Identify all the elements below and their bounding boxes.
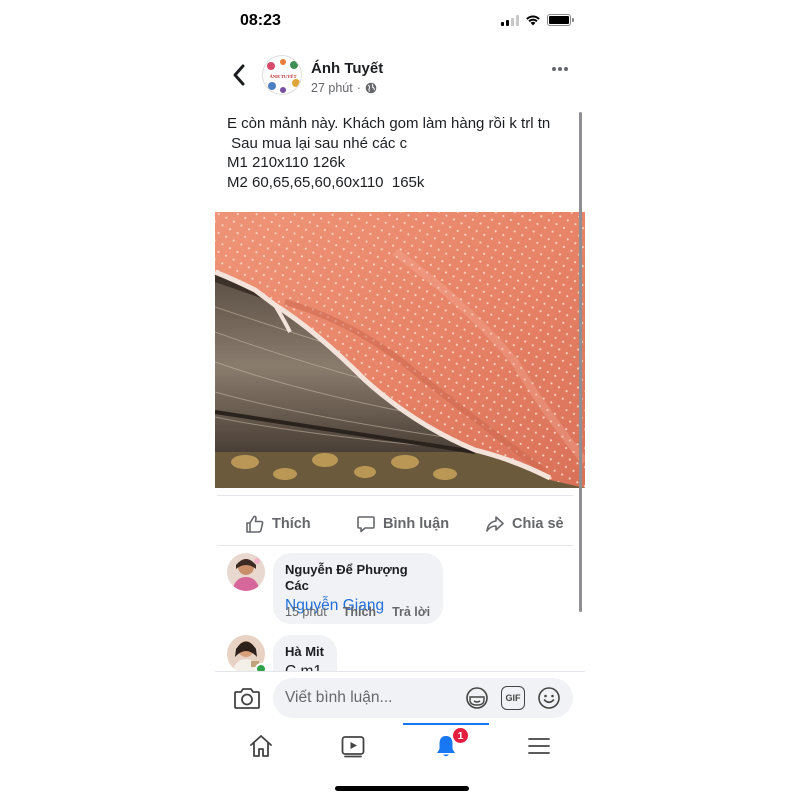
nav-video[interactable] [307,723,399,768]
share-arrow-icon [486,516,504,532]
page-logo-icon: ÁNH TUYẾT [264,57,301,94]
nav-menu[interactable] [493,723,585,768]
comment-bubble-icon [357,516,375,533]
gif-label: GIF [505,693,521,703]
post-text: E còn mảnh này. Khách gom làm hàng rồi k… [227,114,577,192]
commenter-avatar[interactable] [227,553,265,591]
like-button[interactable]: Thích [245,514,311,534]
comment-label: Bình luận [383,516,450,532]
meta-separator: · [356,81,361,95]
share-label: Chia sẻ [512,516,564,532]
sticker-icon[interactable] [465,686,489,710]
thumbs-up-icon [246,515,264,533]
post-text-line: Sau mua lại sau nhé các c [227,134,408,152]
status-time: 08:23 [240,12,281,29]
like-label: Thích [272,516,311,532]
globe-icon [365,82,377,94]
comment-author[interactable]: Nguyễn Để Phượng Các [285,562,431,594]
post-meta: 27 phút · [311,81,377,95]
menu-icon [528,737,550,754]
comment-input[interactable] [273,678,573,718]
gif-button[interactable]: GIF [501,686,525,710]
comment-reply-link[interactable]: Trả lời [392,605,430,619]
divider [217,545,573,546]
post-author-name[interactable]: Ánh Tuyết [311,60,383,77]
post-text-line: M1 210x110 126k [227,154,346,171]
scroll-indicator[interactable] [579,112,582,612]
camera-icon[interactable] [233,685,261,711]
more-options-icon[interactable] [551,64,569,74]
divider [217,495,573,496]
post-text-line: E còn mảnh này. Khách gom làm hàng rồi k… [227,115,551,132]
home-icon [250,734,272,757]
back-button[interactable] [229,62,249,88]
nav-home[interactable] [215,723,307,768]
post-photo[interactable] [215,212,585,488]
status-icons [501,14,574,26]
fabric-photo-image [215,212,585,488]
home-indicator[interactable] [335,786,469,791]
nav-notifications[interactable]: 1 [400,723,492,768]
page-logo-text: ÁNH TUYẾT [269,74,296,79]
share-button[interactable]: Chia sẻ [485,514,564,534]
post-time[interactable]: 27 phút [311,81,353,95]
signal-icon [501,14,519,26]
comment-button[interactable]: Bình luận [356,514,449,534]
video-icon [341,735,365,757]
comment-time: 15 phút [285,605,327,619]
comment-composer: GIF [215,671,585,723]
bottom-nav: 1 [215,723,585,768]
post-text-line: M2 60,65,65,60,60x110 165k [227,173,425,191]
battery-icon [547,14,574,26]
notification-badge: 1 [452,727,469,744]
avatar-photo-icon [227,553,265,591]
wifi-icon [526,15,540,26]
page-avatar[interactable]: ÁNH TUYẾT [262,55,302,95]
phone-screen: 08:23 ÁNH TUYẾT Ánh Tuyết 27 phút · E cò… [215,0,585,800]
comment-meta: 15 phút Thích Trả lời [285,605,430,619]
emoji-icon[interactable] [537,686,561,710]
comment-author[interactable]: Hà Mit [285,644,325,660]
comment-like-link[interactable]: Thích [343,605,376,619]
